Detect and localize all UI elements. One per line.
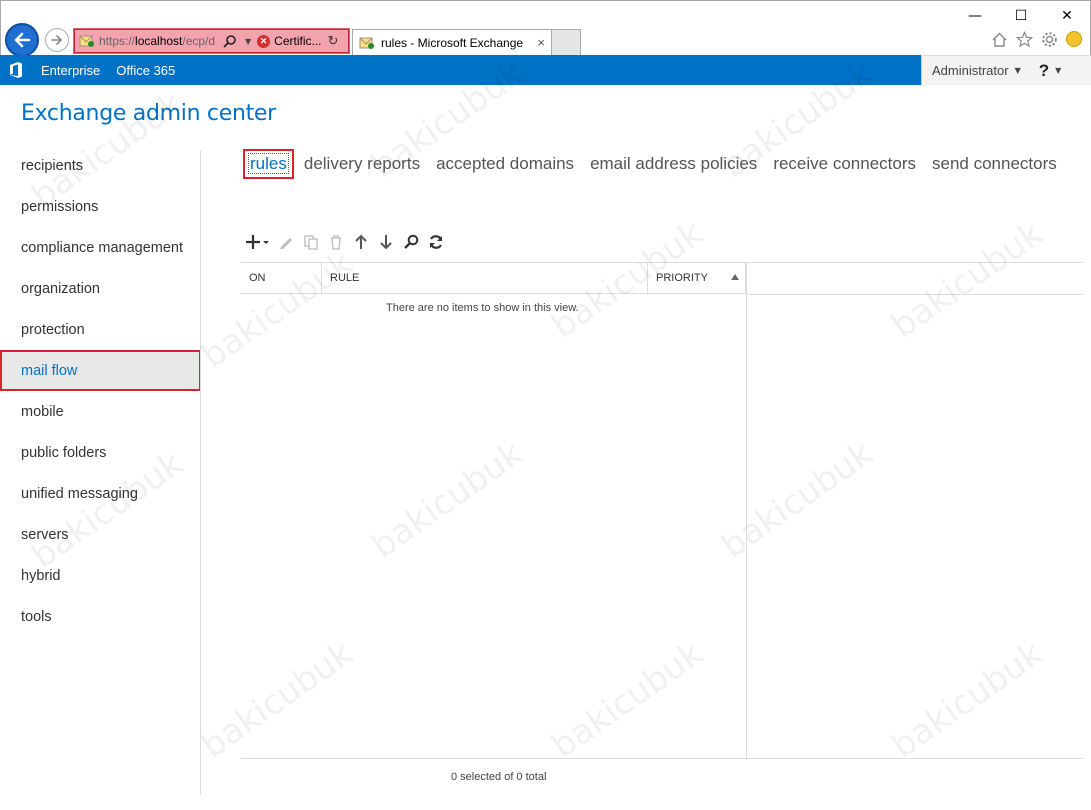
sidebar-item-hybrid[interactable]: hybrid: [0, 555, 201, 596]
tab-email-address-policies[interactable]: email address policies: [590, 154, 757, 174]
edit-button[interactable]: [273, 231, 298, 253]
search-button[interactable]: [398, 231, 423, 253]
add-icon: [246, 235, 269, 249]
column-header-priority-label: PRIORITY: [656, 272, 708, 284]
address-bar[interactable]: https://localhost/ecp/d ▼ ✕ Certific... …: [73, 28, 350, 54]
column-header-priority[interactable]: PRIORITY: [648, 263, 746, 293]
column-header-on[interactable]: ON: [241, 263, 322, 293]
delete-icon: [330, 235, 341, 250]
back-button[interactable]: [5, 23, 39, 57]
page-icon: [79, 35, 94, 47]
refresh-button[interactable]: [423, 231, 448, 253]
sidebar: recipients permissions compliance manage…: [0, 145, 201, 637]
user-menu-area: Administrator ▼ ? ▼: [921, 55, 1091, 85]
sidebar-item-protection[interactable]: protection: [0, 309, 201, 350]
tab-delivery-reports[interactable]: delivery reports: [304, 154, 420, 174]
maximize-button[interactable]: ☐: [998, 1, 1044, 31]
tab-rules[interactable]: rules: [243, 149, 294, 179]
sidebar-item-permissions[interactable]: permissions: [0, 186, 201, 227]
search-icon[interactable]: [223, 34, 237, 48]
minimize-button[interactable]: —: [952, 1, 998, 31]
tab-accepted-domains[interactable]: accepted domains: [436, 154, 574, 174]
grid-header: ON RULE PRIORITY: [241, 263, 746, 294]
details-pane-divider: [746, 263, 747, 760]
empty-message: There are no items to show in this view.: [386, 302, 579, 314]
selection-status: 0 selected of 0 total: [451, 771, 547, 783]
sidebar-item-public-folders[interactable]: public folders: [0, 432, 201, 473]
column-header-rule[interactable]: RULE: [322, 263, 648, 293]
back-arrow-icon: [14, 32, 31, 48]
sidebar-item-mail-flow[interactable]: mail flow: [0, 350, 201, 391]
help-button[interactable]: ?: [1039, 61, 1049, 81]
page-title: Exchange admin center: [21, 101, 276, 126]
tab-send-connectors[interactable]: send connectors: [932, 154, 1057, 174]
close-window-button[interactable]: ✕: [1044, 1, 1090, 31]
tab-receive-connectors[interactable]: receive connectors: [773, 154, 916, 174]
office-logo-icon[interactable]: [0, 55, 31, 85]
chevron-down-icon[interactable]: ▼: [1015, 66, 1021, 75]
move-up-icon: [354, 234, 367, 249]
favorites-star-icon[interactable]: [1016, 31, 1033, 48]
tab-title: rules - Microsoft Exchange: [381, 36, 524, 50]
nav-link-enterprise[interactable]: Enterprise: [41, 63, 100, 78]
feedback-smiley-icon[interactable]: [1066, 31, 1082, 47]
rules-grid: ON RULE PRIORITY There are no items to s…: [241, 262, 1083, 760]
details-pane-header-line: [746, 294, 1083, 295]
settings-gear-icon[interactable]: [1041, 31, 1058, 48]
move-down-button[interactable]: [373, 231, 398, 253]
close-tab-icon[interactable]: ×: [537, 35, 545, 50]
forward-button[interactable]: [45, 28, 69, 52]
sort-ascending-icon: [731, 274, 739, 280]
copy-icon: [303, 235, 318, 250]
new-tab-button[interactable]: [552, 29, 581, 56]
address-url[interactable]: https://localhost/ecp/d: [99, 34, 221, 48]
user-menu[interactable]: Administrator: [932, 63, 1009, 78]
top-navbar: Enterprise Office 365 Administrator ▼ ? …: [0, 55, 1091, 85]
add-button[interactable]: [243, 231, 273, 253]
sidebar-item-tools[interactable]: tools: [0, 596, 201, 637]
search-icon: [403, 234, 418, 249]
edit-icon: [279, 238, 292, 249]
dropdown-caret-icon[interactable]: ▼: [245, 37, 251, 46]
sidebar-item-recipients[interactable]: recipients: [0, 145, 201, 186]
delete-button[interactable]: [323, 231, 348, 253]
move-up-button[interactable]: [348, 231, 373, 253]
sidebar-item-servers[interactable]: servers: [0, 514, 201, 555]
copy-button[interactable]: [298, 231, 323, 253]
forward-arrow-icon: [51, 35, 62, 45]
browser-toolbar-icons: [991, 31, 1082, 48]
sidebar-item-mobile[interactable]: mobile: [0, 391, 201, 432]
refresh-icon: [429, 235, 442, 249]
refresh-page-icon[interactable]: ↻: [328, 33, 339, 49]
sidebar-item-unified-messaging[interactable]: unified messaging: [0, 473, 201, 514]
browser-chrome: — ☐ ✕ https://localhost/ecp/d ▼ ✕ Certif…: [0, 0, 1091, 57]
sub-tabs: rules delivery reports accepted domains …: [243, 147, 1073, 181]
certificate-error-label[interactable]: Certific...: [274, 34, 321, 48]
browser-tab-active[interactable]: rules - Microsoft Exchange ×: [352, 29, 552, 56]
move-down-icon: [379, 235, 392, 250]
chevron-down-icon[interactable]: ▼: [1055, 66, 1061, 75]
sidebar-divider: [200, 150, 201, 795]
toolbar: [243, 231, 448, 253]
sidebar-item-compliance-management[interactable]: compliance management: [0, 227, 201, 268]
sidebar-item-organization[interactable]: organization: [0, 268, 201, 309]
certificate-error-icon[interactable]: ✕: [257, 34, 271, 48]
nav-link-office365[interactable]: Office 365: [116, 63, 175, 78]
page-icon: [359, 37, 374, 49]
home-icon[interactable]: [991, 31, 1008, 48]
window-controls: — ☐ ✕: [952, 1, 1090, 31]
